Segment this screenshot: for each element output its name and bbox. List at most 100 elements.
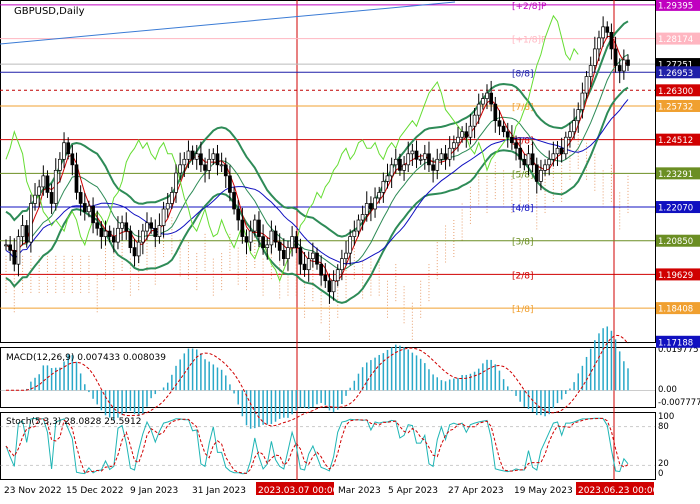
candle-body (576, 109, 581, 122)
candle-body (290, 236, 294, 248)
candle-body (302, 263, 307, 271)
candle-body (543, 164, 547, 171)
candle-body (356, 219, 361, 232)
candle-body (609, 32, 614, 50)
price-tag-text: 1.19629 (658, 271, 693, 281)
candle-body (514, 142, 518, 149)
candle-body (12, 250, 17, 265)
symbol-label: GBPUSD,Daily (14, 6, 85, 17)
candle-body (352, 230, 357, 237)
candle-body (518, 147, 523, 160)
candle-body (157, 225, 162, 237)
candle-body (8, 244, 12, 251)
price-tag-text: 1.26953 (658, 69, 693, 79)
time-tick-label: 5 Apr 2023 (388, 486, 438, 496)
candle-body (294, 236, 299, 248)
candle-body (116, 227, 120, 243)
candle-body (381, 181, 386, 193)
candle-body (340, 258, 344, 271)
murrey-level-label: [4/8] (512, 204, 534, 214)
chart-root: [+2/8]P [+1/8]P [8/8] [7/8] [6/8] [5/8] [4/8][… (0, 0, 700, 500)
time-tick-label: 31 Jan 2023 (192, 486, 246, 496)
price-tag-text: 1.26300 (658, 87, 693, 97)
price-tag-text: 1.24512 (658, 136, 693, 146)
price-tag-text: 1.29395 (658, 1, 693, 11)
candle-body (493, 103, 498, 122)
candle-body (161, 208, 166, 226)
candle-body (497, 120, 502, 127)
candle-body (534, 164, 539, 182)
candle-body (360, 214, 365, 221)
candle-body (489, 92, 494, 105)
candle-body (422, 153, 427, 160)
candle-body (584, 76, 589, 94)
stoch-scale-label: 20 (658, 459, 669, 469)
candle-body (107, 230, 112, 237)
stoch-scale-label: 80 (658, 422, 669, 432)
candle-body (215, 153, 220, 166)
candle-body (402, 164, 406, 171)
price-tag-text: 1.25732 (658, 102, 693, 112)
time-tick-label: 9 Jan 2023 (130, 486, 178, 496)
price-tag-text: 1.17188 (658, 338, 693, 348)
candle-body (385, 175, 390, 182)
candle-body (563, 136, 568, 155)
candle-body (510, 136, 514, 144)
candle-body (605, 26, 610, 33)
candle-body (344, 252, 348, 260)
murrey-level-label: [1/8] (512, 305, 534, 315)
candle-body (559, 147, 564, 155)
candle-body (530, 153, 535, 166)
candle-body (82, 203, 87, 213)
candle-body (58, 158, 62, 171)
price-tag-text: 1.28174 (658, 35, 693, 45)
candle-body (66, 142, 71, 155)
candle-body (174, 172, 178, 193)
candle-body (323, 274, 328, 282)
candle-body (277, 241, 282, 251)
candle-body (29, 203, 33, 243)
candle-body (298, 247, 303, 265)
candle-body (78, 192, 83, 204)
candle-body (398, 158, 402, 171)
macd-scale-label: 0.00 (658, 385, 677, 395)
candle-body (228, 175, 232, 193)
candle-body (626, 59, 630, 66)
candle-body (431, 164, 435, 171)
candle-body (373, 197, 377, 210)
candle-body (111, 236, 116, 243)
candle-body (464, 131, 469, 138)
candle-body (377, 192, 382, 199)
candle-body (580, 92, 585, 110)
candle-body (597, 37, 601, 50)
candle-body (451, 142, 456, 149)
candle-body (24, 225, 29, 243)
candle-body (248, 230, 253, 243)
candle-body (505, 131, 510, 138)
murrey-level-label: [8/8] (512, 69, 534, 79)
candle-body (70, 153, 75, 166)
time-tick-label: 15 Dec 2022 (66, 486, 124, 496)
candle-body (244, 236, 249, 243)
candle-body (207, 158, 212, 171)
candle-body (393, 158, 398, 166)
candle-body (124, 222, 129, 232)
candle-body (74, 164, 79, 193)
murrey-level-label: [2/8] (512, 271, 534, 281)
candle-body (232, 192, 236, 210)
candle-body (311, 252, 315, 260)
candle-body (456, 136, 460, 144)
candle-body (410, 150, 415, 155)
macd-label: MACD(12,26,9) 0.007433 0.008039 (6, 353, 166, 363)
candle-body (348, 236, 353, 254)
candle-body (447, 147, 452, 160)
candle-body (522, 158, 527, 166)
candle-body (165, 203, 170, 210)
candle-body (468, 125, 473, 138)
candle-body (551, 153, 556, 160)
time-tick-label: 2023.06.23 00:00 (578, 486, 659, 496)
candle-body (136, 241, 141, 257)
candle-body (435, 158, 440, 171)
candle-body (601, 26, 605, 39)
candle-body (95, 222, 100, 229)
